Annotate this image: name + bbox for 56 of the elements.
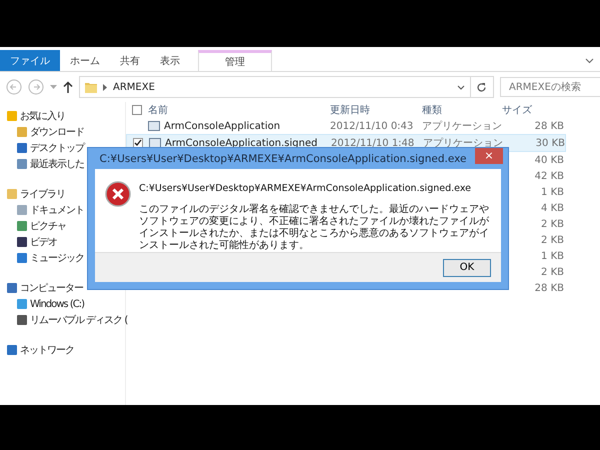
table-cell-text: 1 KB	[540, 250, 564, 262]
search-field[interactable]: ARMEXEの検索	[500, 77, 600, 97]
select-all-checkbox[interactable]	[132, 105, 142, 115]
table-cell-text: アプリケーション	[422, 120, 502, 133]
table-cell-text: 2012/11/10 1:48	[331, 138, 416, 148]
sidebar-item[interactable]: 最近表示した	[30, 157, 84, 171]
dropdown-caret-icon[interactable]	[457, 84, 465, 90]
sidebar-item[interactable]: リムーバブル ディスク (	[30, 313, 128, 327]
sidebar-item[interactable]: ライブラリ	[20, 187, 65, 201]
column-header[interactable]: 名前	[148, 103, 330, 117]
sidebar-item[interactable]: ミュージック	[30, 251, 84, 265]
table-cell-text: 28 KB	[534, 120, 564, 132]
column-header[interactable]: 種類	[422, 103, 502, 117]
breadcrumb-arrow-icon[interactable]	[103, 84, 108, 90]
table-cell-text: 2 KB	[540, 266, 564, 278]
table-cell-text: 4 KB	[540, 202, 564, 214]
table-cell-text: 42 KB	[534, 170, 564, 182]
up-arrow-icon[interactable]	[63, 81, 73, 93]
ribbon-tab[interactable]: 表示	[150, 50, 190, 71]
table-cell-text: 40 KB	[534, 154, 564, 166]
ok-button[interactable]: OK	[443, 258, 491, 277]
sidebar-item[interactable]: ダウンロード	[30, 125, 84, 139]
application-icon	[148, 121, 160, 131]
error-message: このファイルのデジタル署名を確認できませんでした。最近のハードウェアやソフトウェアの変更により、不正確に署名されたファイルか壊れたファイルがインストールされたか、または不明なところから悪意のあるソフトウェアがインストールされた可能性があります。	[139, 204, 490, 252]
file-tab[interactable]: ファイル	[0, 50, 60, 71]
column-header[interactable]: 更新日時	[330, 103, 422, 117]
sidebar-item[interactable]: コンピューター	[20, 281, 83, 295]
sidebar-item[interactable]: ネットワーク	[20, 343, 74, 357]
table-cell-text: 2012/11/10 0:43	[330, 120, 414, 132]
sidebar-item[interactable]: お気に入り	[20, 109, 65, 123]
table-cell-text: アプリケーション	[423, 136, 503, 150]
file-name[interactable]: ArmConsoleApplication	[148, 120, 330, 132]
close-button[interactable]: ×	[475, 148, 503, 164]
table-cell-text: 1 KB	[540, 186, 564, 198]
ribbon-tab[interactable]: 共有	[110, 50, 150, 71]
table-cell-text: 2 KB	[540, 218, 564, 230]
file-path: C:¥Users¥User¥Desktop¥ARMEXE¥ArmConsoleApplication.signed.exe	[139, 183, 472, 194]
refresh-icon[interactable]	[476, 82, 487, 92]
row-checkbox[interactable]	[133, 138, 143, 148]
table-cell-text: 28 KB	[534, 282, 564, 294]
ribbon-tab[interactable]: 管理	[198, 50, 272, 71]
column-header[interactable]: サイズ	[502, 103, 564, 117]
error-icon	[105, 181, 131, 208]
file-name[interactable]: ArmConsoleApplication.signed	[149, 138, 331, 148]
table-cell-text: 2 KB	[540, 234, 564, 246]
address-field[interactable]: ARMEXE	[79, 76, 494, 98]
dialog-title: C:¥Users¥User¥Desktop¥ARMEXE¥ArmConsoleApplication.signed.exe	[100, 152, 466, 165]
expand-ribbon-icon[interactable]	[585, 58, 594, 64]
application-icon	[149, 138, 161, 148]
sidebar-item[interactable]: Windows (C:)	[30, 298, 84, 310]
sidebar-item[interactable]: ドキュメント	[30, 203, 84, 217]
sidebar-item[interactable]: デスクトップ	[30, 141, 84, 155]
sidebar-item[interactable]: ピクチャ	[30, 219, 66, 233]
sidebar-item[interactable]: ビデオ	[30, 235, 57, 249]
ribbon-tab[interactable]: ホーム	[60, 50, 110, 71]
table-cell-text: 30 KB	[534, 138, 565, 148]
